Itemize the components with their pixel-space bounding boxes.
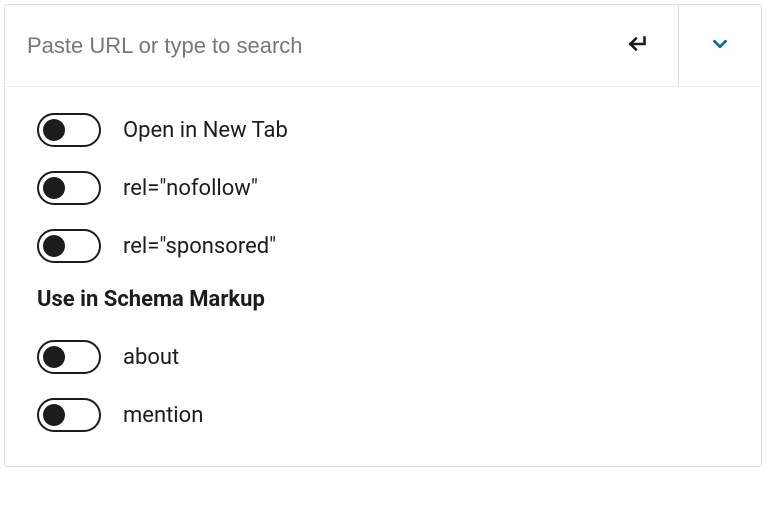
toggle-knob [43,177,65,199]
toggle-row-sponsored: rel="sponsored" [37,229,729,263]
toggle-label: about [123,345,179,370]
toggle-label: Open in New Tab [123,118,288,143]
toggle-sponsored[interactable] [37,229,101,263]
search-input[interactable] [5,5,597,86]
chevron-down-icon [709,33,731,58]
toggle-row-new-tab: Open in New Tab [37,113,729,147]
toggle-knob [43,235,65,257]
search-row [5,5,761,87]
toggle-knob [43,119,65,141]
toggle-label: rel="sponsored" [123,234,276,259]
submit-button[interactable] [597,5,679,86]
toggle-about[interactable] [37,340,101,374]
toggle-label: mention [123,403,203,428]
enter-icon [625,31,651,60]
toggle-mention[interactable] [37,398,101,432]
toggle-knob [43,346,65,368]
expand-button[interactable] [679,5,761,86]
options-panel: Open in New Tab rel="nofollow" rel="spon… [5,87,761,466]
toggle-knob [43,404,65,426]
toggle-row-nofollow: rel="nofollow" [37,171,729,205]
toggle-open-new-tab[interactable] [37,113,101,147]
schema-heading: Use in Schema Markup [37,287,729,312]
toggle-nofollow[interactable] [37,171,101,205]
toggle-row-mention: mention [37,398,729,432]
toggle-row-about: about [37,340,729,374]
link-settings-panel: Open in New Tab rel="nofollow" rel="spon… [4,4,762,467]
toggle-label: rel="nofollow" [123,176,258,201]
